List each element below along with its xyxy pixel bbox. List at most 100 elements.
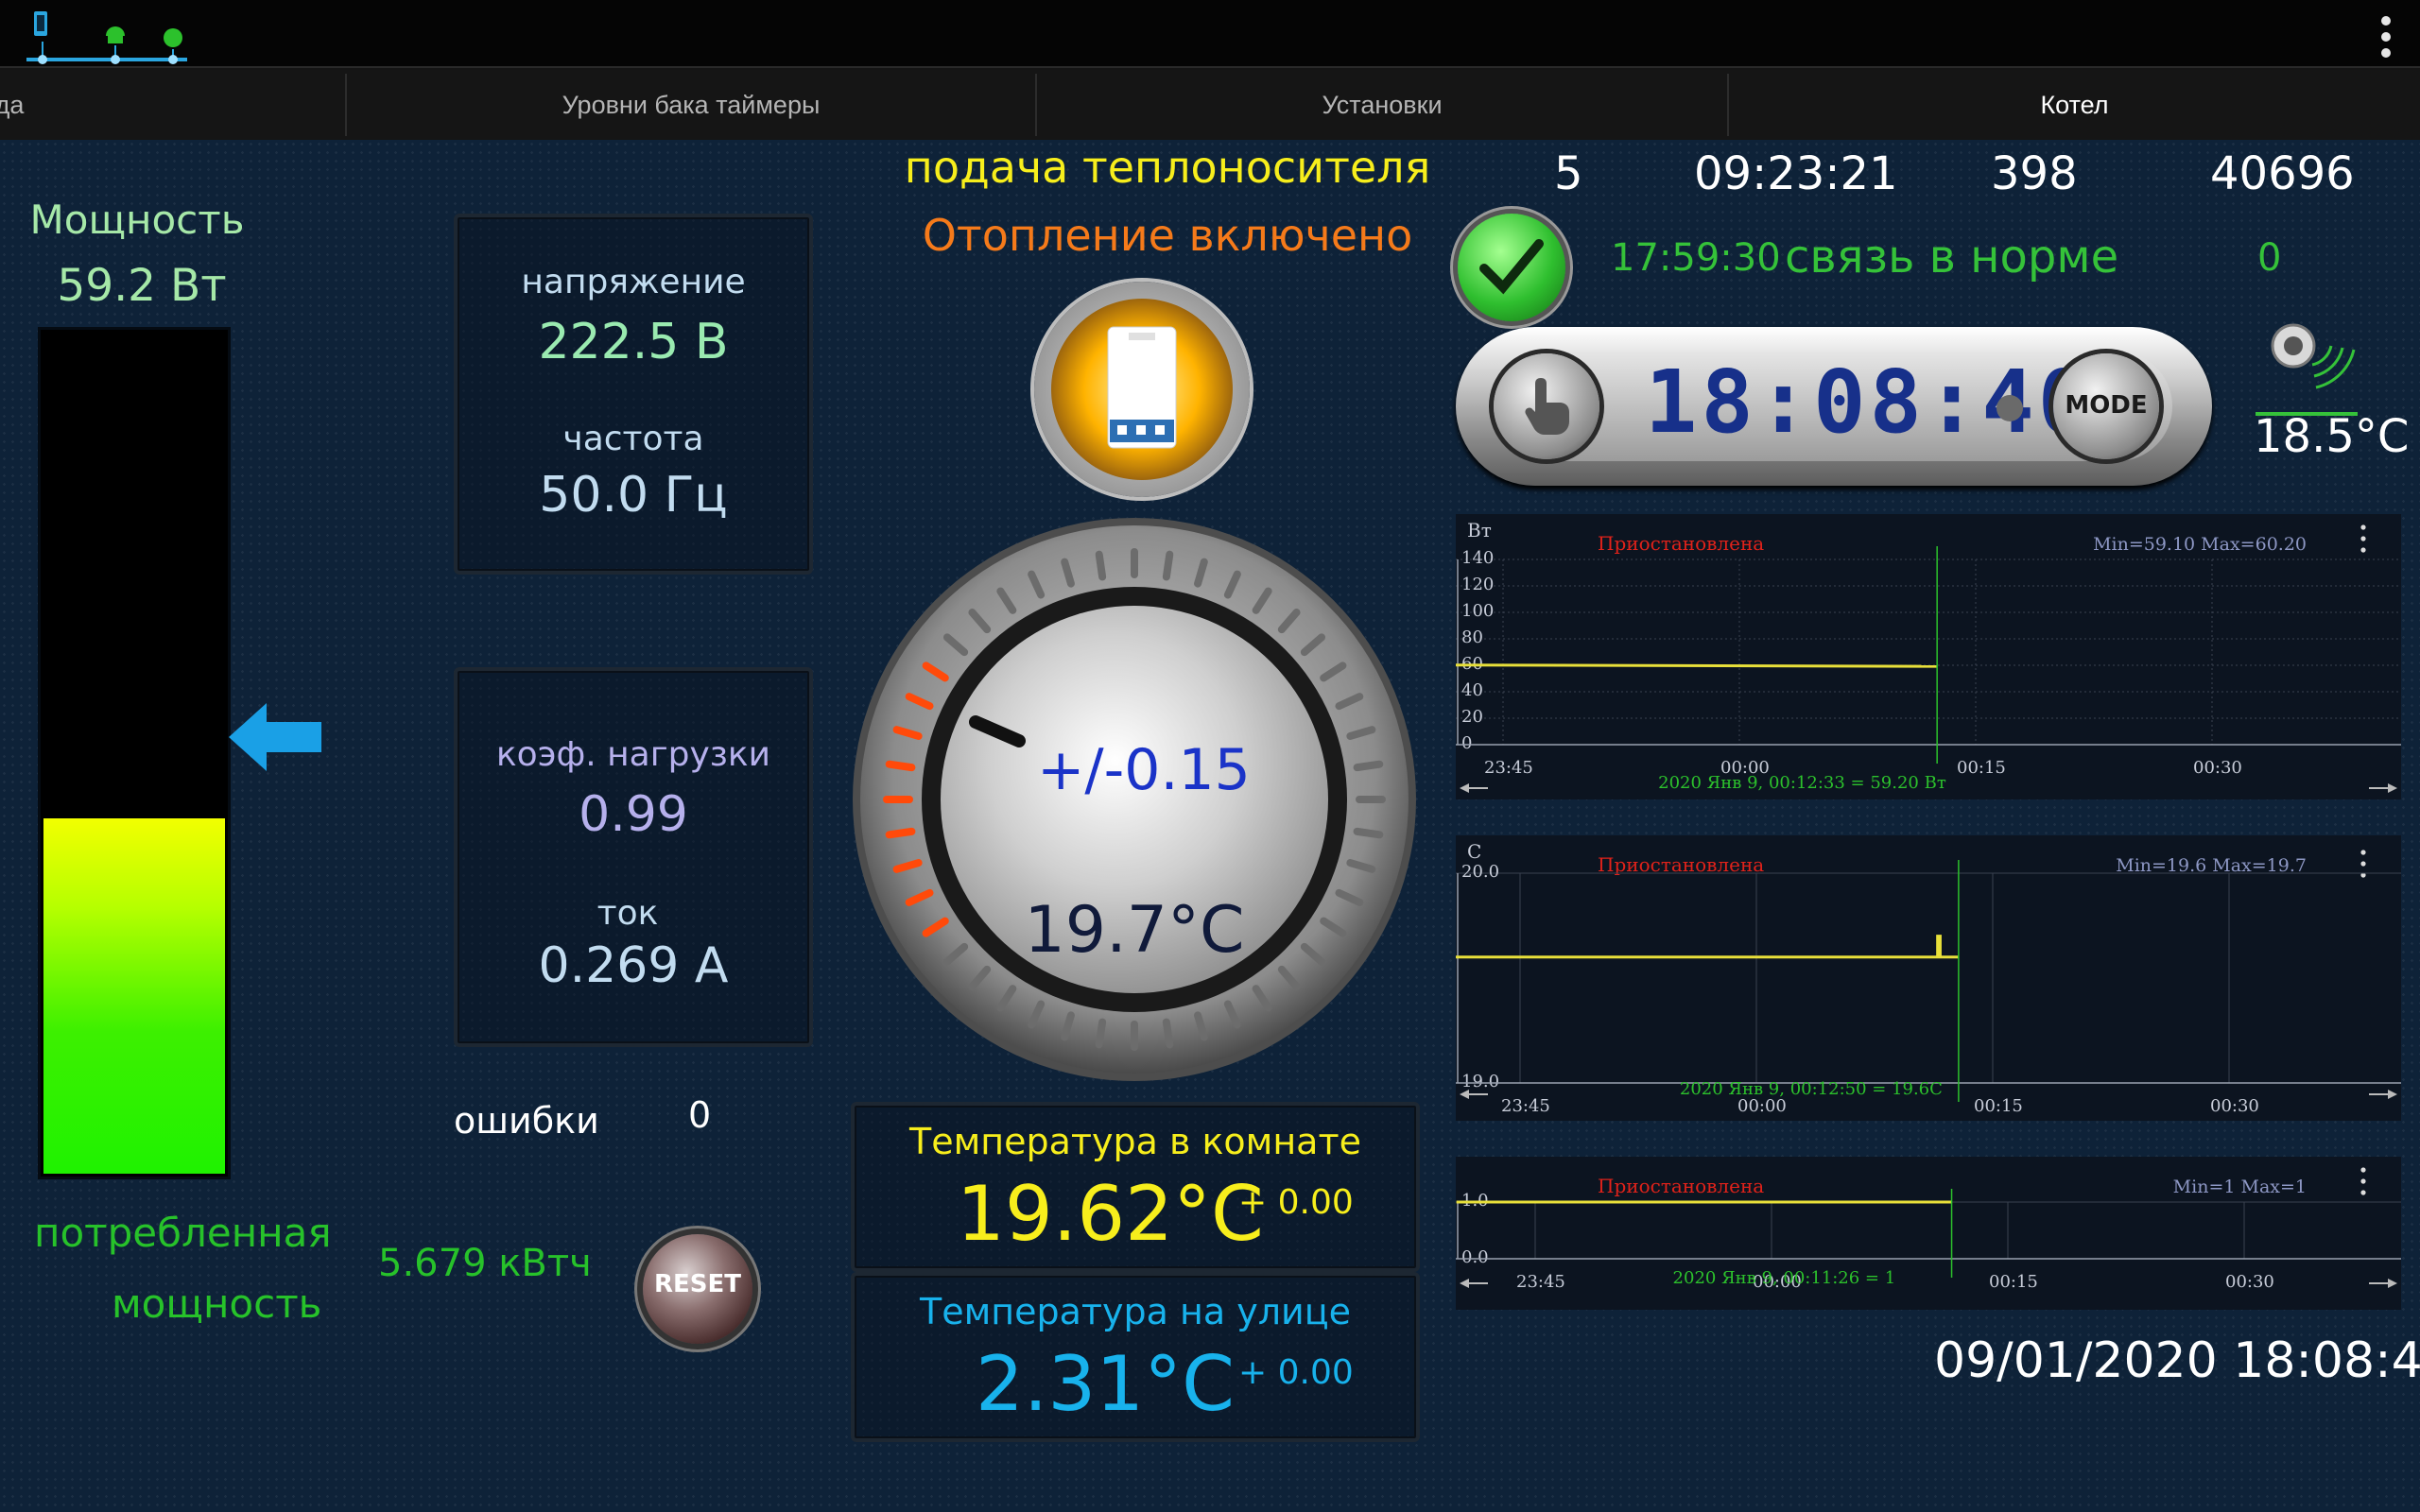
clock-touch-button[interactable] (1494, 353, 1599, 459)
chart-cursor-label: 2020 Янв 9, 00:11:26 = 1 (1673, 1268, 1896, 1288)
power-title: Мощность (29, 197, 245, 243)
tab-bar: да Уровни бака таймеры Установки Котел (0, 66, 2420, 142)
chart-cursor-label: 2020 Янв 9, 00:12:50 = 19.6C (1680, 1079, 1943, 1099)
state-chart[interactable]: Приостановлена Min=1 Max=1 1.0 0.0 23:45 00:0… (1456, 1157, 2401, 1310)
frequency-value: 50.0 Гц (539, 467, 728, 524)
temperature-chart[interactable]: С Приостановлена Min=19.6 Max=19.7 20.0 19.0… (1456, 835, 2401, 1121)
dial-hysteresis: +/-0.15 (1037, 737, 1251, 803)
chart-xtick: 00:15 (1974, 1096, 2023, 1116)
tab-settings[interactable]: Установки (1037, 68, 1727, 142)
reset-button[interactable]: RESET (643, 1234, 752, 1344)
chart-menu-dot (2360, 861, 2366, 867)
chart-menu-dot (2360, 1178, 2366, 1184)
dial-tick (1095, 1018, 1107, 1049)
wireless-sensor-icon (2256, 323, 2358, 416)
reset-label: RESET (653, 1270, 741, 1298)
dial-tick (1353, 827, 1384, 839)
dial-tick (885, 827, 916, 839)
connection-count: 0 (2257, 236, 2282, 280)
chart-xtick: 00:30 (2225, 1272, 2274, 1292)
power-bar (38, 327, 231, 1179)
tab-main[interactable]: да (0, 68, 57, 142)
frequency-label: частота (562, 420, 704, 458)
clock-indicator (1996, 395, 2023, 421)
chart-ytick: 140 (1461, 548, 1494, 568)
dial-tick (1162, 1018, 1174, 1049)
connection-time: 17:59:30 (1611, 236, 1781, 280)
power-value: 59.2 Вт (57, 260, 227, 312)
sensor-temp: 18.5°C (2254, 410, 2410, 463)
chart-menu-dot (2360, 524, 2366, 530)
power-chart[interactable]: Вт Приостановлена Min=59.10 Max=60.20 140 12… (1456, 514, 2401, 799)
chart-series-line (1456, 663, 1938, 668)
chart-scroll-right-head (2388, 1279, 2397, 1288)
overflow-menu-icon[interactable] (2375, 13, 2397, 60)
chart-status: Приостановлена (1598, 532, 1764, 555)
chart-unit-label: Вт (1467, 519, 1492, 541)
chart-menu-dot (2360, 547, 2366, 553)
info-uptime: 09:23:21 (1694, 147, 1898, 200)
chart-xtick: 00:00 (1737, 1096, 1787, 1116)
errors-label: ошибки (454, 1100, 599, 1142)
chart-unit-label: С (1467, 840, 1481, 863)
state-chart-svg: Приостановлена Min=1 Max=11.00.023:45 00:0… (1456, 1167, 2401, 1292)
current-value: 0.269 А (538, 937, 729, 994)
clock-mode-button[interactable]: MODE (2053, 353, 2159, 459)
dial-tick (1162, 550, 1174, 581)
mode-label: MODE (2065, 391, 2148, 420)
load-factor-label: коэф. нагрузки (495, 735, 771, 774)
connection-status: связь в норме (1785, 231, 2119, 284)
chart-ytick: 0.0 (1461, 1247, 1489, 1267)
tab-tank-levels-timers[interactable]: Уровни бака таймеры (347, 68, 1035, 142)
chart-status: Приостановлена (1598, 1175, 1764, 1197)
info-counter-c: 40696 (2210, 147, 2355, 200)
outdoor-temp-label: Температура на улице (920, 1291, 1351, 1332)
consumed-value: 5.679 кВтч (378, 1242, 592, 1285)
voltage-value: 222.5 В (538, 314, 729, 370)
chart-ytick: 40 (1461, 680, 1483, 700)
temperature-chart-svg: СПриостановлена Min=19.6 Max=19.720.019.0… (1456, 840, 2401, 1116)
power-chart-svg: Вт Приостановлена Min=59.10 Max=60.20 140 12… (1456, 519, 2401, 793)
heating-status: Отопление включено (922, 210, 1413, 261)
consumed-label-2: мощность (112, 1280, 322, 1327)
power-bar-fill (43, 817, 225, 1174)
dial-tick (885, 760, 916, 772)
dial-setpoint: 19.7°C (1024, 893, 1245, 968)
current-datetime: 09/01/2020 18:08:40 (1934, 1332, 2420, 1389)
connection-ok-icon (1458, 214, 1565, 321)
chart-ytick: 20.0 (1461, 862, 1499, 882)
outdoor-temp-offset: + 0.00 (1238, 1353, 1354, 1392)
tab-boiler[interactable]: Котел (1729, 68, 2420, 142)
chart-ytick: 20 (1461, 707, 1483, 727)
info-counter-b: 398 (1991, 147, 2078, 200)
clock-display: 18:08:40 (1645, 352, 2095, 453)
chart-xtick: 00:30 (2193, 758, 2242, 778)
network-topology-icon (26, 11, 187, 64)
boiler-button[interactable] (1034, 282, 1250, 497)
chart-menu-dot (2360, 1190, 2366, 1195)
chart-xtick: 23:45 (1516, 1272, 1565, 1292)
chart-status: Приостановлена (1598, 853, 1764, 876)
hand-pointer-icon (1525, 378, 1569, 435)
current-label: ток (596, 894, 659, 933)
outdoor-temp-value: 2.31°C (976, 1340, 1235, 1428)
room-temp-label: Температура в комнате (909, 1121, 1361, 1162)
dial-tick (1353, 760, 1384, 772)
chart-minmax: Min=1 Max=1 (2173, 1177, 2307, 1197)
errors-value: 0 (688, 1094, 712, 1136)
consumed-label-1: потребленная (34, 1210, 332, 1256)
info-counter-a: 5 (1554, 147, 1583, 200)
chart-xtick: 23:45 (1501, 1096, 1550, 1116)
voltage-label: напряжение (521, 263, 746, 301)
chart-xtick: 00:15 (1957, 758, 2006, 778)
arrow-left-icon (229, 703, 321, 771)
chart-menu-dot (2360, 536, 2366, 541)
dial-tick (1095, 550, 1107, 581)
chart-scroll-right-head (2388, 783, 2397, 793)
chart-scroll-left-head (1460, 1279, 1469, 1288)
chart-ytick: 0 (1461, 733, 1472, 753)
chart-ytick: 80 (1461, 627, 1483, 647)
chart-xtick: 00:15 (1989, 1272, 2038, 1292)
chart-series-line (1456, 935, 1959, 959)
chart-cursor-label: 2020 Янв 9, 00:12:33 = 59.20 Вт (1658, 773, 1946, 793)
